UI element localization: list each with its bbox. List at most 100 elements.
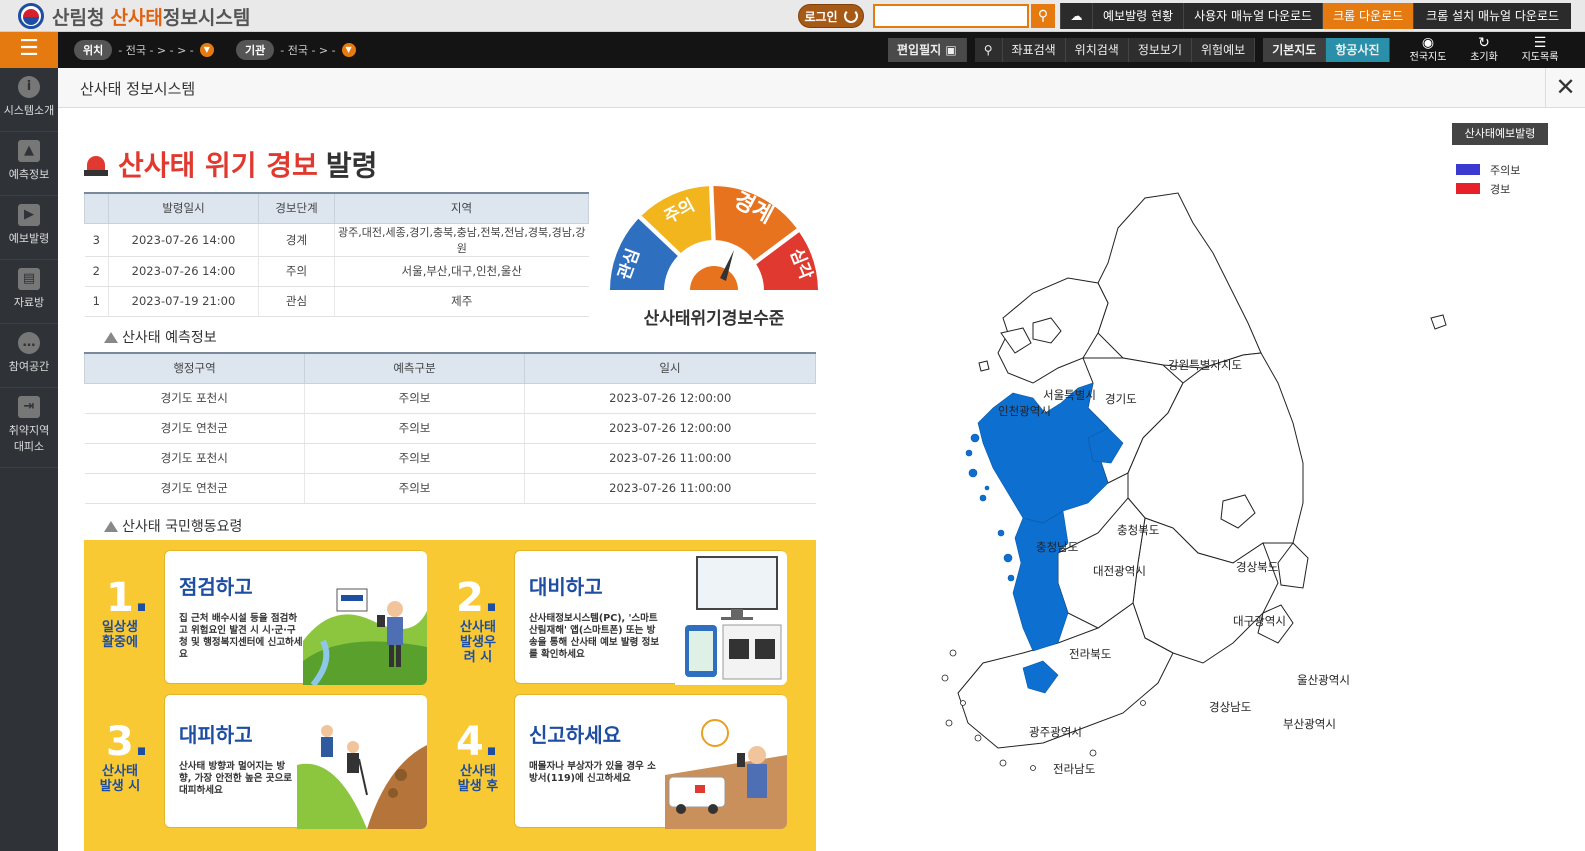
step-card: 대비하고 산사태정보시스템(PC), '스마트산림재해' 앱(스마트폰) 또는 …: [514, 550, 787, 685]
national-map-label: 전국지도: [1409, 52, 1447, 63]
table-row[interactable]: 경기도 연천군 주의보 2023-07-26 11:00:00: [84, 473, 816, 504]
reset-label: 초기화: [1470, 52, 1498, 63]
chevron-down-icon[interactable]: ▼: [341, 43, 356, 57]
national-map-button[interactable]: ◉ 전국지도: [1400, 34, 1456, 68]
table-row[interactable]: 경기도 포천시 주의보 2023-07-26 12:00:00: [84, 383, 816, 414]
alert-title: 산사태 위기 경보 발령: [84, 146, 377, 182]
step-title: 점검하고: [179, 575, 253, 599]
row-number: 2: [84, 256, 109, 287]
agency-filter[interactable]: 기관 - 전국 - > - ▼: [236, 40, 356, 60]
table-row[interactable]: 경기도 포천시 주의보 2023-07-26 11:00:00: [84, 443, 816, 474]
step-number: 4.: [456, 719, 500, 765]
admin-region: 경기도 연천군: [84, 473, 305, 504]
map-island-ulleung[interactable]: [1430, 314, 1447, 330]
sidebar-item-forecast[interactable]: ▶ 예보발령: [0, 196, 58, 260]
hamburger-menu-icon[interactable]: ☰: [0, 32, 58, 68]
step-label: 산사태발생 후: [457, 764, 499, 794]
login-label: 로그인: [804, 9, 838, 24]
sidebar-item-system-intro[interactable]: i 시스템소개: [0, 68, 58, 132]
legend-swatch-advisory: [1456, 164, 1480, 175]
sidebar-item-prediction[interactable]: ▲ 예측정보: [0, 132, 58, 196]
prediction-type: 주의보: [304, 473, 525, 504]
refresh-icon: ↻: [1478, 35, 1490, 51]
mountain-icon: [104, 520, 118, 532]
action-section-label: 산사태 국민행동요령: [122, 519, 243, 535]
prediction-type: 주의보: [304, 413, 525, 444]
prediction-section-title: 산사태 예측정보: [104, 327, 217, 347]
top-bar: 산림청 산사태정보시스템 로그인 ⚲ ☁ 예보발령 현황 사용자 매뉴얼 다운로…: [0, 0, 1585, 32]
col-header: 예측구분: [304, 352, 525, 384]
sidebar-item-label: 시스템소개: [3, 104, 55, 117]
step-card: 점검하고 집 근처 배수시설 등을 점검하고 위험요인 발견 시 시·군·구청 …: [164, 550, 427, 685]
region: 제주: [334, 286, 589, 317]
sidebar-item-label: 자료방: [13, 296, 45, 309]
site-logo[interactable]: 산림청 산사태정보시스템: [18, 3, 250, 29]
map-label: 부산광역시: [1283, 717, 1336, 731]
login-button[interactable]: 로그인: [798, 4, 864, 28]
reset-button[interactable]: ↻ 초기화: [1456, 34, 1512, 68]
step-number-value: 2: [456, 575, 484, 621]
map-label: 강원특별자치도: [1168, 358, 1242, 372]
info-view-button[interactable]: 정보보기: [1128, 38, 1193, 62]
prediction-section-label: 산사태 예측정보: [122, 330, 217, 346]
chrome-download-link[interactable]: 크롬 다운로드: [1322, 3, 1414, 29]
table-row[interactable]: 2 2023-07-26 14:00 주의 서울,부산,대구,인천,울산: [84, 256, 589, 287]
risk-forecast-button[interactable]: 위험예보: [1192, 38, 1256, 62]
issued-at: 2023-07-19 21:00: [108, 286, 259, 317]
col-header: [84, 192, 109, 224]
alert-level: 주의: [258, 256, 335, 287]
gauge-needle-base: [690, 266, 738, 290]
map-label: 경상북도: [1236, 560, 1278, 574]
prediction-time: 2023-07-26 11:00:00: [524, 443, 816, 474]
map-label: 대전광역시: [1093, 564, 1146, 578]
legend-label: 주의보: [1490, 163, 1521, 177]
step-text: 산사태 방향과 멀어지는 방향, 가장 안전한 높은 곳으로 대피하세요: [179, 761, 292, 796]
table-row[interactable]: 3 2023-07-26 14:00 경계 광주,대전,세종,경기,충북,충남,…: [84, 223, 589, 257]
step-number-value: 3: [106, 719, 134, 765]
map-region-ulsan[interactable]: [1277, 542, 1309, 589]
location-filter[interactable]: 위치 - 전국 - > - > - ▼: [74, 40, 214, 60]
close-icon[interactable]: ✕: [1545, 68, 1585, 108]
table-row[interactable]: 경기도 연천군 주의보 2023-07-26 12:00:00: [84, 413, 816, 444]
prediction-time: 2023-07-26 12:00:00: [524, 413, 816, 444]
siren-icon: [84, 152, 108, 176]
location-search-button[interactable]: 위치검색: [1065, 38, 1129, 62]
row-number: 1: [84, 286, 109, 317]
region: 서울,부산,대구,인천,울산: [334, 256, 589, 287]
magnifier-icon[interactable]: ⚲: [974, 38, 1003, 62]
prediction-time: 2023-07-26 12:00:00: [524, 383, 816, 414]
forecast-issue-button[interactable]: 산사태예보발령: [1452, 123, 1548, 145]
sidebar-item-community[interactable]: … 참여공간: [0, 324, 58, 388]
search-button[interactable]: ⚲: [1031, 4, 1055, 28]
search-input[interactable]: [873, 4, 1029, 28]
chat-icon: …: [18, 332, 40, 354]
col-header: 일시: [524, 352, 816, 384]
aerial-photo-button[interactable]: 항공사진: [1326, 38, 1390, 62]
base-map-button[interactable]: 기본지도: [1263, 38, 1327, 62]
sidebar-item-shelter[interactable]: ⇥ 취약지역 대피소: [0, 388, 58, 468]
sidebar-item-archive[interactable]: ▤ 자료방: [0, 260, 58, 324]
report-call-illustration: [665, 695, 787, 829]
inspection-illustration: [303, 551, 427, 685]
mountain-icon: [104, 331, 118, 343]
chevron-down-icon[interactable]: ▼: [199, 43, 214, 57]
app-qr-illustration: [675, 551, 787, 685]
coordinate-search-button[interactable]: 좌표검색: [1002, 38, 1066, 62]
eye-icon: ◉: [1421, 35, 1435, 51]
forecast-status-link[interactable]: 예보발령 현황: [1092, 3, 1184, 29]
map-list-button[interactable]: ☰ 지도목록: [1512, 34, 1568, 68]
book-icon: ▤: [18, 268, 40, 290]
action-guide-infographic: 1. 일상생활중에 점검하고 집 근처 배수시설 등을 점검하고 위험요인 발견…: [84, 540, 816, 851]
map-island-west[interactable]: [978, 360, 990, 372]
table-row[interactable]: 1 2023-07-19 21:00 관심 제주: [84, 286, 589, 317]
map-label: 충청북도: [1117, 523, 1159, 537]
map-region-gangwon[interactable]: [1097, 192, 1262, 369]
alert-level: 경계: [258, 223, 335, 257]
chrome-install-manual-link[interactable]: 크롬 설치 매뉴얼 다운로드: [1413, 3, 1572, 29]
parcel-button[interactable]: 편입필지 ▣: [888, 38, 967, 62]
download-cloud-icon[interactable]: ☁: [1060, 3, 1092, 29]
korea-map[interactable]: 강원특별자치도 서울특별시 경기도 인천광역시 충청북도 충청남도 대전광역시 …: [883, 183, 1473, 813]
user-manual-download-link[interactable]: 사용자 매뉴얼 다운로드: [1183, 3, 1323, 29]
list-icon: ☰: [1533, 35, 1547, 51]
map-label: 경기도: [1105, 392, 1137, 406]
